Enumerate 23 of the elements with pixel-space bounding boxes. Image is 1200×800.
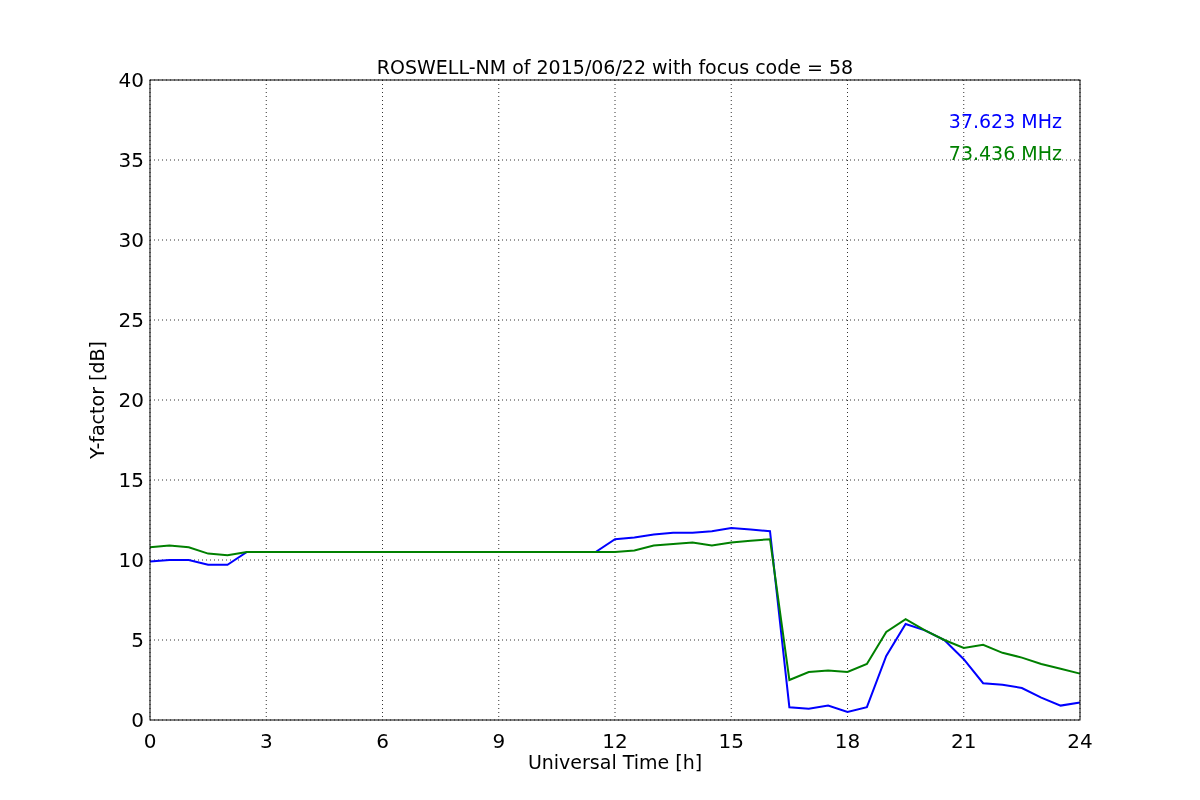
tick-label: 6 xyxy=(376,729,389,753)
tick-label: 9 xyxy=(492,729,506,753)
tick-label: 35 xyxy=(118,148,144,172)
tick-label: 0 xyxy=(131,708,144,732)
tick-label: 30 xyxy=(118,228,144,252)
axis-label: Y-factor [dB] xyxy=(86,341,108,459)
tick-label: 3 xyxy=(259,729,273,753)
tick-label: 15 xyxy=(118,468,144,492)
tick-label: 20 xyxy=(118,388,144,412)
tick-label: 10 xyxy=(118,548,144,572)
axis-label: Universal Time [h] xyxy=(527,751,703,773)
tick-label: 21 xyxy=(951,729,977,753)
tick-label: 15 xyxy=(718,729,744,753)
tick-label: 18 xyxy=(834,729,861,753)
tick-label: 24 xyxy=(1067,729,1093,753)
tick-label: 5 xyxy=(131,628,144,652)
legend-label: 73.436 MHz xyxy=(948,142,1062,164)
tick-label: 12 xyxy=(602,729,628,753)
legend-label: 37.623 MHz xyxy=(948,110,1062,132)
tick-label: 40 xyxy=(118,68,144,92)
tick-label: 25 xyxy=(118,308,144,332)
tick-label: 0 xyxy=(143,729,157,753)
chart-title: ROSWELL-NM of 2015/06/22 with focus code = 58 xyxy=(376,56,854,78)
